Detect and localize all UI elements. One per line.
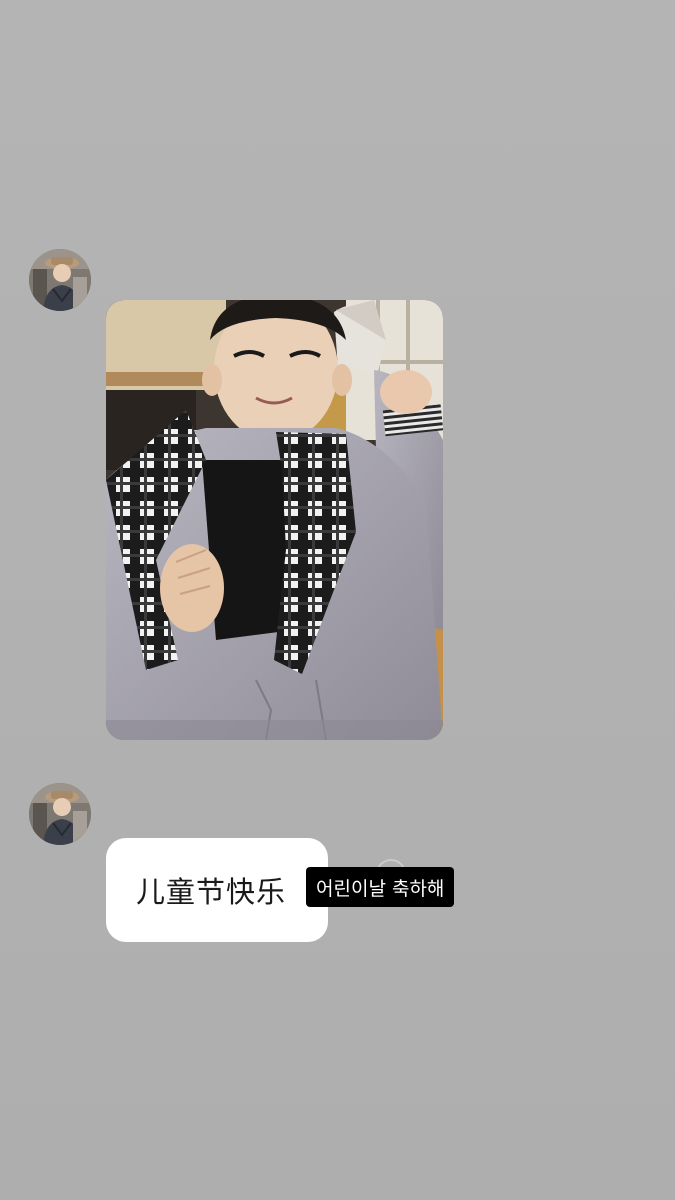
photo-message[interactable]: [106, 300, 443, 740]
message-text: 儿童节快乐: [136, 875, 287, 909]
avatar-image: [29, 783, 91, 845]
avatar-image: [29, 249, 91, 311]
sender-avatar[interactable]: [29, 249, 91, 311]
sender-avatar[interactable]: [29, 783, 91, 845]
text-message-bubble[interactable]: 儿童节快乐: [106, 838, 328, 942]
chat-screen: 儿童节快乐 어린이날 축하해: [0, 0, 675, 1200]
photo-message-image: [106, 300, 443, 740]
translation-caption: 어린이날 축하해: [306, 867, 455, 907]
